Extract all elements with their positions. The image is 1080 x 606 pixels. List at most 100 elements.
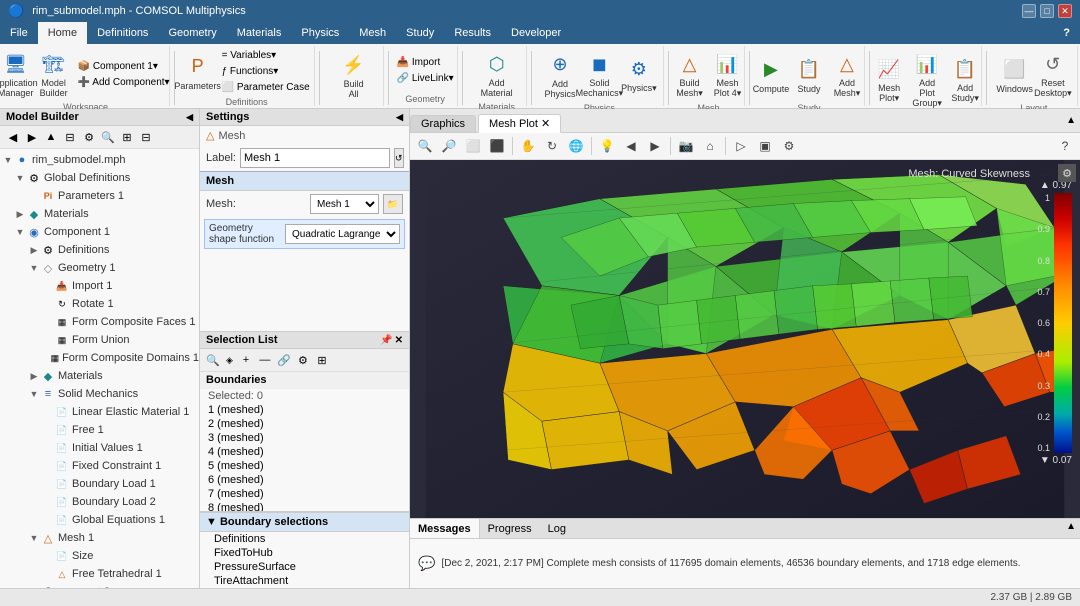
sel-item-6[interactable]: 6 (meshed) [200, 473, 409, 487]
tab-mesh[interactable]: Mesh [349, 22, 396, 44]
next-btn[interactable]: ▶ [644, 135, 666, 157]
compute-btn[interactable]: ▶ Compute [753, 54, 789, 96]
sel-item-5[interactable]: 5 (meshed) [200, 459, 409, 473]
sel-settings-btn[interactable]: ⚙ [294, 351, 312, 369]
settings-collapse[interactable]: ◀ [396, 112, 403, 123]
tree-item-root[interactable]: ▼ ● rim_submodel.mph [0, 151, 199, 169]
close-btn[interactable]: ✕ [1058, 4, 1072, 18]
tab-developer[interactable]: Developer [501, 22, 571, 44]
scene-light-btn[interactable]: 💡 [596, 135, 618, 157]
sel-boundaries-btn[interactable]: ◈ [223, 351, 236, 369]
solid-mechanics-btn[interactable]: ◼ SolidMechanics▾ [580, 48, 619, 101]
sel-link-btn[interactable]: 🔗 [275, 351, 293, 369]
geometry-shape-select[interactable]: Quadratic Lagrange [285, 224, 400, 244]
settings-view-btn[interactable]: ⚙ [778, 135, 800, 157]
help-btn[interactable]: ? [1053, 22, 1080, 44]
model-builder-btn[interactable]: 🏗 ModelBuilder [36, 48, 72, 100]
reset-view-btn[interactable]: ⌂ [699, 135, 721, 157]
graphics-settings-icon[interactable]: ⚙ [1058, 164, 1076, 182]
tree-item-fixed-constraint[interactable]: 📄 Fixed Constraint 1 [0, 457, 199, 475]
tab-file[interactable]: File [0, 22, 38, 44]
tree-item-materials-top[interactable]: ▶ ◆ Materials [0, 205, 199, 223]
selection-btn[interactable]: ▣ [754, 135, 776, 157]
zoom-selection-btn[interactable]: ⬛ [486, 135, 508, 157]
sel-item-2[interactable]: 2 (meshed) [200, 417, 409, 431]
add-mesh-btn[interactable]: △ AddMesh▾ [829, 48, 865, 101]
tab-graphics[interactable]: Graphics [410, 115, 476, 132]
tree-item-form-composite-faces[interactable]: ▦ Form Composite Faces 1 [0, 313, 199, 331]
physics-btn[interactable]: ⚙ Physics▾ [621, 53, 657, 96]
sel-item-4[interactable]: 4 (meshed) [200, 445, 409, 459]
tree-item-boundary-load2[interactable]: 📄 Boundary Load 2 [0, 493, 199, 511]
tree-item-rotate1[interactable]: ↻ Rotate 1 [0, 295, 199, 313]
tree-item-global-defs[interactable]: ▼ ⚙ Global Definitions [0, 169, 199, 187]
build-mesh-btn[interactable]: △ BuildMesh▾ [672, 48, 708, 101]
tab-results[interactable]: Results [444, 22, 501, 44]
tab-home[interactable]: Home [38, 22, 87, 44]
study-btn[interactable]: 📋 Study [791, 54, 827, 96]
tree-item-boundary-load1[interactable]: 📄 Boundary Load 1 [0, 475, 199, 493]
tree-item-form-composite-domains[interactable]: ▦ Form Composite Domains 1 [0, 349, 199, 367]
add-component-btn[interactable]: ➕ Add Component▾ [74, 75, 174, 90]
livelink-btn[interactable]: 🔗 LiveLink▾ [393, 71, 458, 86]
functions-btn[interactable]: ƒ Functions▾ [218, 64, 314, 79]
minimize-btn[interactable]: — [1022, 4, 1036, 18]
graphics-view[interactable]: Mesh: Curved Skewness ▲ 0.97 1 0.9 0.8 0… [410, 160, 1080, 518]
zoom-in-btn[interactable]: 🔍 [414, 135, 436, 157]
tree-item-materials2[interactable]: ▶ ◆ Materials [0, 367, 199, 385]
tab-physics[interactable]: Physics [291, 22, 349, 44]
add-material-btn[interactable]: ⬡ AddMaterial [477, 48, 517, 100]
build-all-btn[interactable]: ⚡ BuildAll [336, 49, 372, 101]
mb-split-btn[interactable]: ⊟ [61, 128, 79, 146]
sel-item-1[interactable]: 1 (meshed) [200, 403, 409, 417]
windows-btn[interactable]: ⬜ Windows [997, 54, 1033, 96]
settings-label-input[interactable] [240, 148, 390, 168]
tree-item-mesh1[interactable]: ▼ △ Mesh 1 [0, 529, 199, 547]
boundary-item-definitions[interactable]: Definitions [200, 532, 409, 546]
mesh-select[interactable]: Mesh 1 [310, 194, 379, 214]
messages-expand-btn[interactable]: ▲ [1062, 519, 1080, 538]
boundary-selections-section[interactable]: ▼ Boundary selections [200, 512, 409, 532]
prev-btn[interactable]: ◀ [620, 135, 642, 157]
mb-expand-btn[interactable]: ⊞ [118, 128, 136, 146]
tree-item-definitions[interactable]: ▶ ⚙ Definitions [0, 241, 199, 259]
tab-log[interactable]: Log [540, 519, 574, 538]
tab-mesh-plot[interactable]: Mesh Plot ✕ [478, 114, 561, 133]
mb-settings-btn[interactable]: ⚙ [80, 128, 98, 146]
sel-filter-btn[interactable]: 🔍 [204, 351, 222, 369]
wireframe-btn[interactable]: ▷ [730, 135, 752, 157]
app-manager-btn[interactable]: 🖥 ApplicationManager [0, 48, 34, 100]
component-btn[interactable]: 📦 Component 1▾ [74, 59, 174, 74]
screenshot-btn[interactable]: 📷 [675, 135, 697, 157]
zoom-extents-btn[interactable]: ⬜ [462, 135, 484, 157]
mesh-plot-btn[interactable]: 📊 MeshPlot 4▾ [710, 48, 746, 101]
orbit-btn[interactable]: 🌐 [565, 135, 587, 157]
mb-search-btn[interactable]: 🔍 [99, 128, 117, 146]
sel-close-btn[interactable]: ✕ [395, 335, 403, 346]
mb-collapse-btn[interactable]: ⊟ [137, 128, 155, 146]
model-builder-collapse[interactable]: ◀ [186, 112, 193, 123]
mb-forward-btn[interactable]: ▶ [23, 128, 41, 146]
sel-item-8[interactable]: 8 (meshed) [200, 501, 409, 511]
tree-item-component1[interactable]: ▼ ◉ Component 1 [0, 223, 199, 241]
boundary-item-fixedtohub[interactable]: FixedToHub [200, 546, 409, 560]
variables-btn[interactable]: = Variables▾ [218, 48, 314, 63]
help-graphics-btn[interactable]: ? [1054, 135, 1076, 157]
tree-item-form-union[interactable]: ▦ Form Union [0, 331, 199, 349]
boundary-item-tire-attachment[interactable]: TireAttachment [200, 574, 409, 588]
sel-pin-btn[interactable]: 📌 [380, 335, 392, 346]
tab-messages[interactable]: Messages [410, 519, 480, 538]
sel-expand-btn[interactable]: ⊞ [313, 351, 331, 369]
tab-progress[interactable]: Progress [480, 519, 540, 538]
reset-desktop-btn[interactable]: ↺ ResetDesktop▾ [1035, 48, 1071, 101]
sel-item-3[interactable]: 3 (meshed) [200, 431, 409, 445]
tree-item-params1[interactable]: Pi Parameters 1 [0, 187, 199, 205]
import-btn[interactable]: 📥 Import [393, 55, 458, 70]
add-study-results-btn[interactable]: 📋 AddStudy▾ [947, 53, 983, 106]
mb-up-btn[interactable]: ▲ [42, 128, 60, 146]
sel-remove-btn[interactable]: — [256, 351, 274, 369]
mb-back-btn[interactable]: ◀ [4, 128, 22, 146]
tab-study[interactable]: Study [396, 22, 444, 44]
tree-item-import1[interactable]: 📥 Import 1 [0, 277, 199, 295]
add-plot-group-btn[interactable]: 📊 Add PlotGroup▾ [909, 48, 945, 111]
